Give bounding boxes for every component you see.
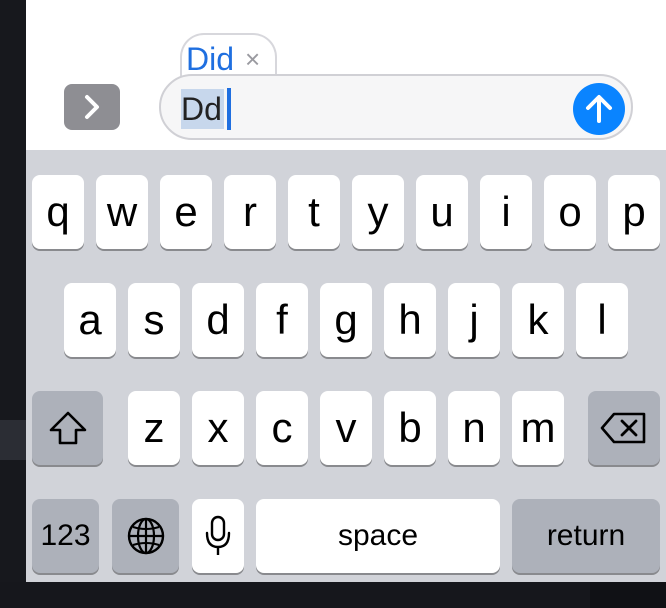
key-n[interactable]: n <box>448 391 500 465</box>
microphone-icon <box>205 515 231 555</box>
key-h[interactable]: h <box>384 283 436 357</box>
shift-key[interactable] <box>32 391 103 465</box>
key-a[interactable]: a <box>64 283 116 357</box>
key-s[interactable]: s <box>128 283 180 357</box>
key-e[interactable]: e <box>160 175 212 249</box>
background-bottom-right <box>590 582 666 608</box>
background-bottom <box>0 582 666 608</box>
return-key[interactable]: return <box>512 499 660 573</box>
dictation-key[interactable] <box>192 499 244 573</box>
expand-apps-button[interactable] <box>64 84 120 130</box>
numbers-key[interactable]: 123 <box>32 499 99 573</box>
chevron-right-icon <box>85 95 99 119</box>
key-q[interactable]: q <box>32 175 84 249</box>
message-input[interactable]: Dd <box>159 74 633 140</box>
key-r[interactable]: r <box>224 175 276 249</box>
shift-icon <box>49 411 86 445</box>
background-accent <box>0 420 26 460</box>
key-f[interactable]: f <box>256 283 308 357</box>
key-i[interactable]: i <box>480 175 532 249</box>
backspace-key[interactable] <box>588 391 660 465</box>
key-x[interactable]: x <box>192 391 244 465</box>
key-g[interactable]: g <box>320 283 372 357</box>
key-z[interactable]: z <box>128 391 180 465</box>
globe-icon <box>127 517 164 555</box>
send-button[interactable] <box>573 83 625 135</box>
key-l[interactable]: l <box>576 283 628 357</box>
suggestion-dismiss-icon[interactable]: × <box>245 44 260 74</box>
text-caret <box>227 88 231 130</box>
key-v[interactable]: v <box>320 391 372 465</box>
globe-key[interactable] <box>112 499 179 573</box>
key-b[interactable]: b <box>384 391 436 465</box>
suggestion-word: Did <box>186 41 235 77</box>
key-w[interactable]: w <box>96 175 148 249</box>
background-strip <box>0 0 26 608</box>
keyboard: q w e r t y u i o p a s d f g h j k l z … <box>26 150 666 582</box>
key-j[interactable]: j <box>448 283 500 357</box>
key-t[interactable]: t <box>288 175 340 249</box>
key-c[interactable]: c <box>256 391 308 465</box>
key-u[interactable]: u <box>416 175 468 249</box>
message-input-text: Dd <box>181 89 224 129</box>
key-p[interactable]: p <box>608 175 660 249</box>
key-y[interactable]: y <box>352 175 404 249</box>
messages-panel: Did × Dd q w e r t y u i o p a s d f g h… <box>26 0 666 582</box>
key-d[interactable]: d <box>192 283 244 357</box>
space-key[interactable]: space <box>256 499 500 573</box>
key-m[interactable]: m <box>512 391 564 465</box>
backspace-icon <box>600 412 646 444</box>
send-arrow-icon <box>586 95 612 123</box>
compose-bar: Did × Dd <box>26 0 666 150</box>
key-o[interactable]: o <box>544 175 596 249</box>
key-k[interactable]: k <box>512 283 564 357</box>
